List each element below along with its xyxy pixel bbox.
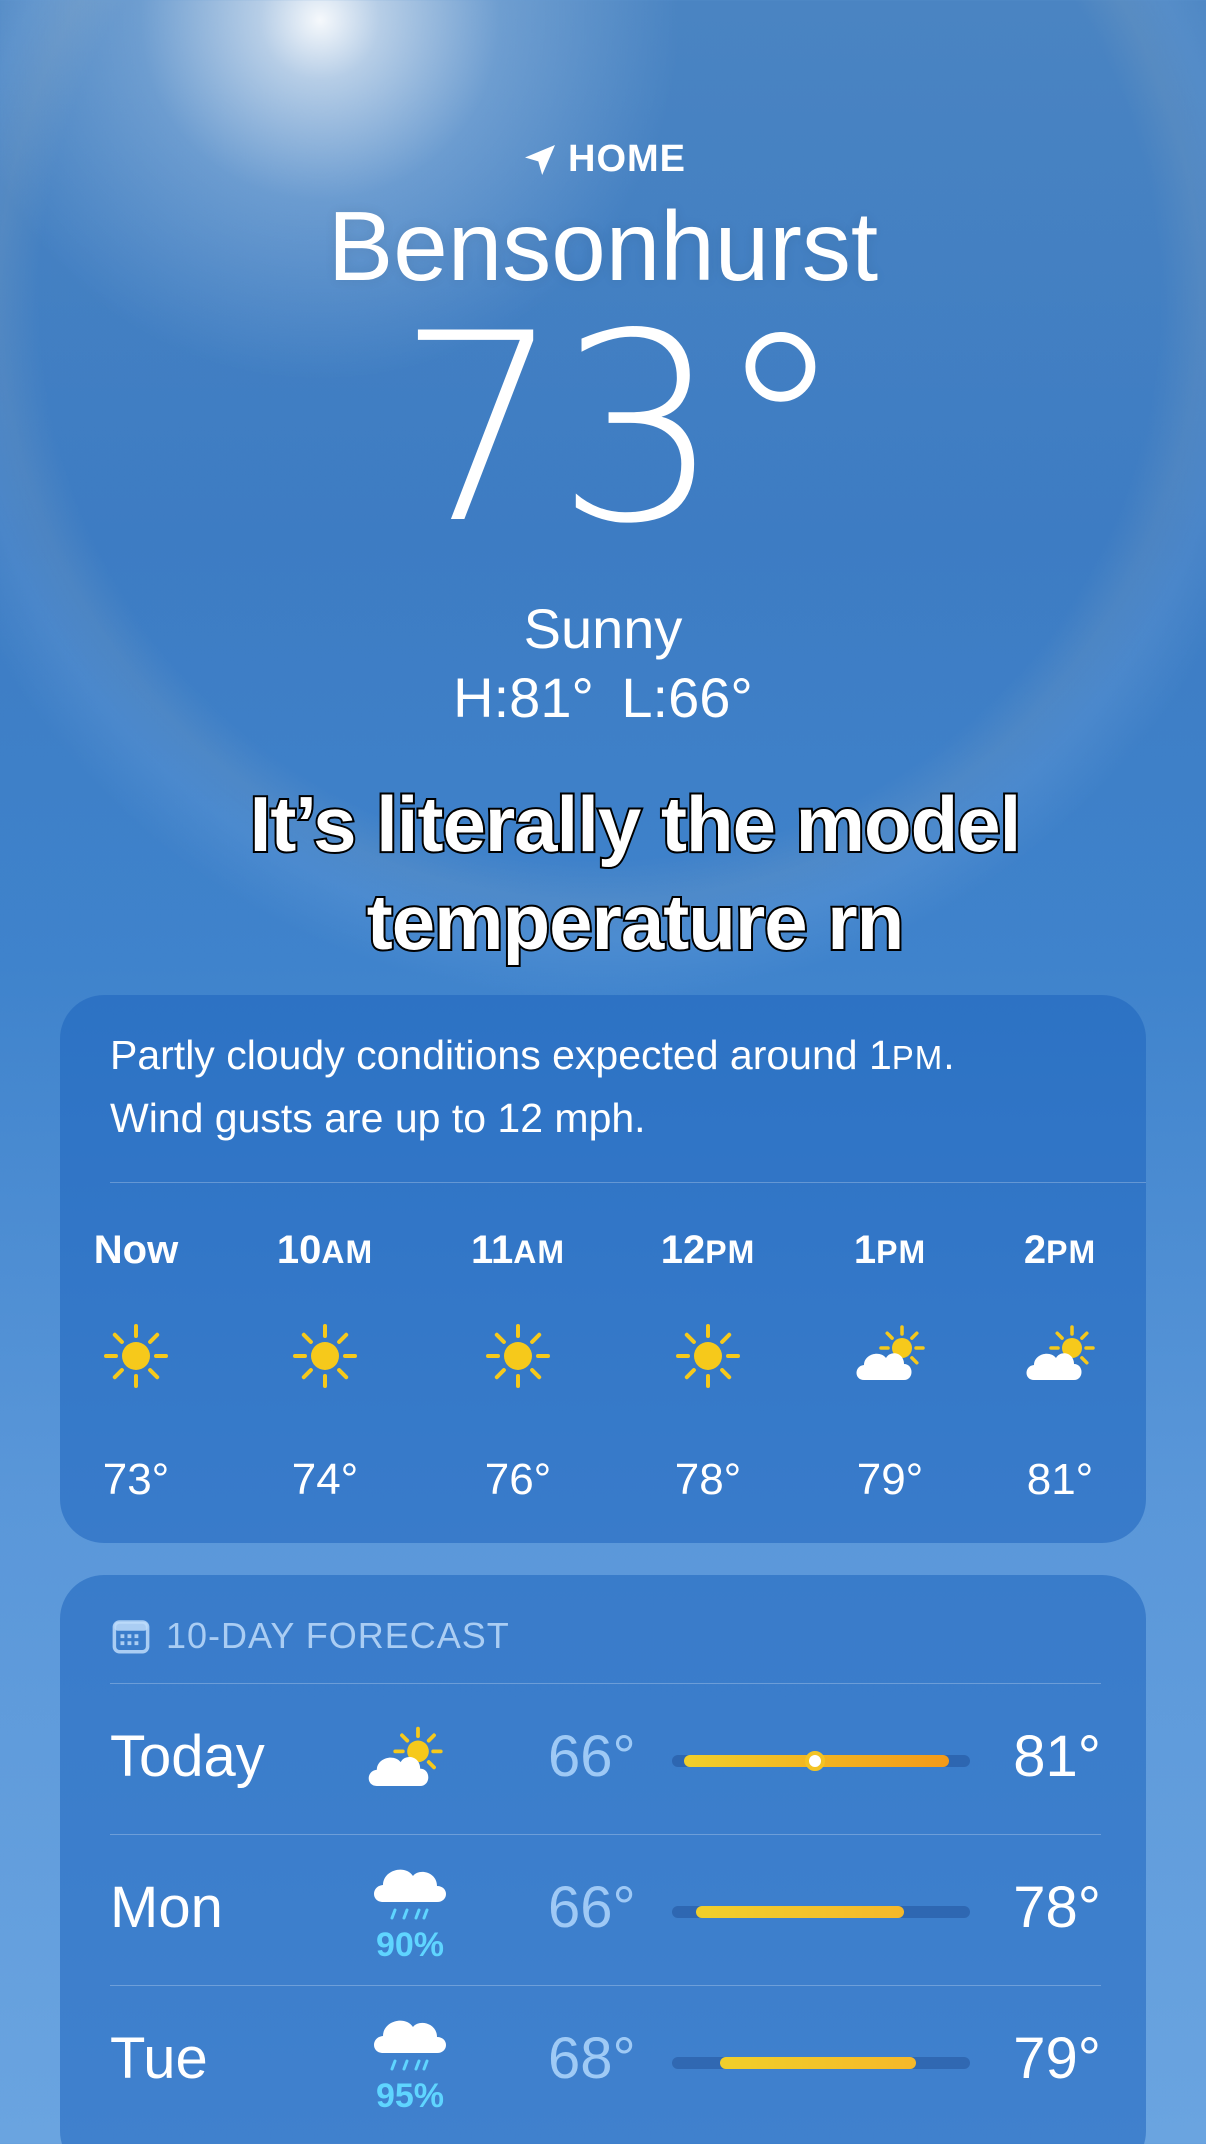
- sun-icon: [672, 1320, 744, 1392]
- precipitation-chance: 95%: [375, 2077, 445, 2115]
- forecast-day: Mon: [110, 1875, 223, 1940]
- hour-label: 1PM: [853, 1228, 927, 1272]
- temperature-range-bar: [672, 2057, 970, 2069]
- hour-label: 10AM: [276, 1228, 374, 1272]
- calendar-icon: [112, 1620, 150, 1654]
- forecast-title: 10-DAY FORECAST: [166, 1615, 510, 1656]
- caption-line-2: temperature rn: [365, 876, 907, 968]
- rain-icon: [365, 1858, 455, 1936]
- divider: [110, 1182, 1146, 1183]
- location-header: HOME: [0, 138, 1206, 181]
- forecast-header: 10-DAY FORECAST: [110, 1615, 510, 1657]
- location-arrow-icon: [525, 144, 555, 175]
- current-condition: Sunny: [523, 597, 683, 660]
- hourly-forecast-card[interactable]: Partly cloudy conditions expected around…: [60, 995, 1146, 1543]
- forecast-row[interactable]: Mon 90% 66° 78°: [60, 1834, 1146, 1984]
- hour-label: 11AM: [470, 1228, 566, 1272]
- forecast-low: 68°: [548, 2026, 636, 2091]
- high-low-temperature: H:81° L:66°: [453, 666, 753, 729]
- partly-cloudy-icon: [360, 1721, 450, 1799]
- summary-text: Partly cloudy conditions expected around…: [110, 1032, 892, 1078]
- temperature-range-bar: [672, 1906, 970, 1918]
- rain-icon: [365, 2009, 455, 2087]
- hour-temperature: 78°: [674, 1455, 742, 1504]
- forecast-row[interactable]: Today 66° 81°: [60, 1683, 1146, 1833]
- ten-day-forecast-card[interactable]: 10-DAY FORECAST Today 66° 81° Mon 90% 66° 78…: [60, 1575, 1146, 2144]
- hour-temperature: 74°: [291, 1455, 359, 1504]
- current-temperature: 73°: [396, 279, 846, 581]
- forecast-low: 66°: [548, 1724, 636, 1789]
- precipitation-chance: 90%: [375, 1926, 445, 1964]
- temperature-range-fill: [719, 2057, 917, 2069]
- forecast-day: Today: [110, 1724, 265, 1789]
- hour-label: 12PM: [660, 1228, 756, 1272]
- caption-line-1: It’s literally the model: [248, 778, 1024, 870]
- partly-cloudy-icon: [1016, 1320, 1104, 1392]
- partly-cloudy-icon: [846, 1320, 934, 1392]
- summary-ampm: PM: [891, 1039, 944, 1076]
- forecast-high: 79°: [1013, 2026, 1101, 2091]
- hour-label: Now: [93, 1228, 179, 1272]
- sun-icon: [100, 1320, 172, 1392]
- location-label: HOME: [568, 138, 686, 180]
- video-caption: It’s literally the model temperature rn: [120, 775, 1150, 971]
- sun-icon: [482, 1320, 554, 1392]
- hour-label: 2PM: [1023, 1228, 1097, 1272]
- forecast-summary: Partly cloudy conditions expected around…: [110, 1025, 1110, 1148]
- forecast-row[interactable]: Tue 95% 68° 79°: [60, 1985, 1146, 2135]
- hour-temperature: 76°: [484, 1455, 552, 1504]
- forecast-high: 78°: [1013, 1875, 1101, 1940]
- temperature-range-fill: [695, 1906, 905, 1918]
- forecast-day: Tue: [110, 2026, 208, 2091]
- summary-period: .: [943, 1032, 955, 1078]
- summary-wind: Wind gusts are up to 12 mph.: [110, 1095, 646, 1141]
- hour-temperature: 81°: [1026, 1455, 1094, 1504]
- current-temperature-marker: [805, 1751, 826, 1771]
- forecast-high: 81°: [1013, 1724, 1101, 1789]
- forecast-low: 66°: [548, 1875, 636, 1940]
- hour-temperature: 73°: [102, 1455, 170, 1504]
- hourly-scroll[interactable]: Now 73° 10AM 74° 11AM 76° 12PM 78° 1PM 79° 2PM 81…: [60, 1220, 1146, 1530]
- hour-temperature: 79°: [856, 1455, 924, 1504]
- temperature-range-bar: [672, 1751, 970, 1771]
- sun-icon: [289, 1320, 361, 1392]
